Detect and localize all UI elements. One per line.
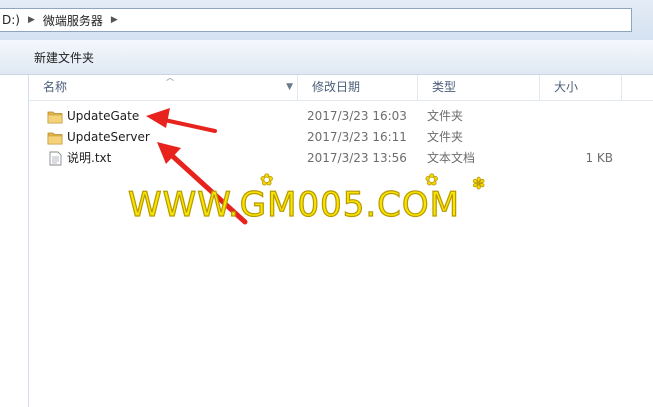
column-header-size-label: 大小 [554, 80, 579, 94]
column-header-type-label: 类型 [432, 80, 457, 94]
navigation-pane[interactable] [0, 75, 29, 407]
column-header-date[interactable]: 修改日期 [298, 75, 418, 100]
breadcrumb-separator-icon[interactable]: ▶ [28, 15, 35, 25]
file-date: 2017/3/23 13:56 [307, 151, 407, 165]
file-type: 文件夹 [427, 130, 464, 144]
file-type: 文件夹 [427, 109, 464, 123]
file-date: 2017/3/23 16:03 [307, 109, 407, 123]
column-header-name[interactable]: 名称 ︿ ▼ [29, 73, 298, 100]
column-header-date-label: 修改日期 [312, 80, 361, 94]
breadcrumb-folder[interactable]: 微端服务器 [41, 12, 105, 29]
toolbar: 新建文件夹 [0, 40, 653, 75]
file-row[interactable]: 说明.txt 2017/3/23 13:56 文本文档 1 KB [29, 148, 653, 169]
breadcrumb-chevron-icon[interactable]: ▶ [111, 15, 118, 25]
file-date: 2017/3/23 16:11 [307, 130, 407, 144]
sort-ascending-icon: ︿ [166, 73, 174, 82]
file-row[interactable]: UpdateGate 2017/3/23 16:03 文件夹 [29, 106, 653, 127]
file-type: 文本文档 [427, 151, 476, 165]
folder-icon [47, 111, 63, 124]
file-name[interactable]: 说明.txt [67, 148, 111, 169]
watermark-flower-icon: ✽ [472, 174, 486, 194]
file-row[interactable]: UpdateServer 2017/3/23 16:11 文件夹 [29, 127, 653, 148]
file-size: 1 KB [585, 151, 613, 165]
column-dropdown-icon[interactable]: ▼ [286, 75, 293, 100]
file-name[interactable]: UpdateGate [67, 106, 139, 127]
breadcrumb-drive[interactable]: D:) [0, 13, 22, 27]
file-size [549, 106, 613, 127]
column-header-type[interactable]: 类型 [418, 75, 540, 100]
folder-icon [47, 132, 63, 145]
address-bar-area: D:) ▶ 微端服务器 ▶ [0, 0, 653, 40]
file-size [549, 127, 613, 148]
text-file-icon [49, 151, 62, 166]
column-header-size[interactable]: 大小 [540, 75, 622, 100]
column-header-name-label: 名称 [43, 80, 68, 94]
new-folder-button[interactable]: 新建文件夹 [28, 45, 100, 70]
file-name[interactable]: UpdateServer [67, 127, 150, 148]
column-headers: 名称 ︿ ▼ 修改日期 类型 大小 [29, 73, 653, 101]
breadcrumb[interactable]: D:) ▶ 微端服务器 ▶ [0, 8, 632, 32]
watermark-text: WWW.GM005.COM [127, 184, 460, 225]
